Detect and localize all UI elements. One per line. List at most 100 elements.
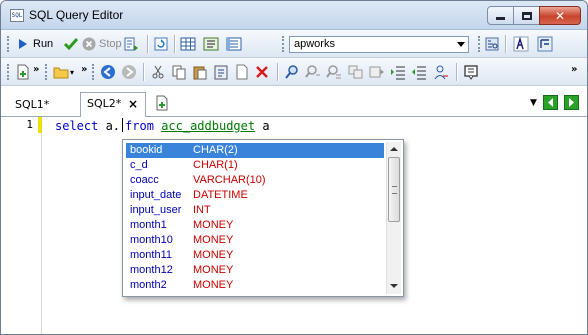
tab-label: SQL2* xyxy=(87,97,122,110)
find-all-button[interactable] xyxy=(326,63,342,81)
case-button[interactable] xyxy=(433,63,449,81)
scroll-up-icon[interactable] xyxy=(390,147,398,151)
paste-special-button[interactable] xyxy=(213,63,229,81)
list-item[interactable]: month10 MONEY xyxy=(126,233,384,248)
paste-icon xyxy=(193,66,207,80)
toolbar-grip[interactable] xyxy=(92,64,95,80)
tab-list-dropdown[interactable]: ▼ xyxy=(530,98,537,114)
font-icon xyxy=(513,36,529,52)
title-bar[interactable]: SQL SQL Query Editor ✕ xyxy=(1,1,587,30)
database-select[interactable]: apworks xyxy=(289,36,469,53)
play-icon xyxy=(19,39,27,49)
minimize-button[interactable] xyxy=(487,6,514,25)
refresh-button[interactable] xyxy=(153,35,169,53)
list-item[interactable]: month12 MONEY xyxy=(126,263,384,278)
forward-button[interactable] xyxy=(121,63,137,81)
replace-button[interactable] xyxy=(348,63,364,81)
column-type: MONEY xyxy=(193,234,234,246)
toolbar-grip[interactable] xyxy=(478,36,481,52)
next-tab-button[interactable] xyxy=(564,95,579,111)
clipboard-list-icon xyxy=(214,65,228,80)
toolbar-grip[interactable] xyxy=(282,36,285,52)
run-button[interactable]: Run xyxy=(15,35,53,53)
column-name: month11 xyxy=(130,249,172,261)
close-tab-icon[interactable]: × xyxy=(128,93,138,115)
scrollbar-thumb[interactable] xyxy=(388,157,400,222)
find-button[interactable] xyxy=(284,63,300,81)
tab-sql2[interactable]: SQL2* × xyxy=(80,92,146,118)
format-button[interactable] xyxy=(537,35,553,53)
maximize-icon xyxy=(521,11,532,20)
database-select-value: apworks xyxy=(294,38,335,50)
popup-scrollbar[interactable] xyxy=(386,142,401,294)
minimize-icon xyxy=(496,17,505,20)
column-type: MONEY xyxy=(193,219,234,231)
new-tab-button[interactable] xyxy=(154,95,170,111)
list-item[interactable]: month1 MONEY xyxy=(126,218,384,233)
list-item[interactable]: c_d CHAR(1) xyxy=(126,158,384,173)
column-type: MONEY xyxy=(193,249,234,261)
indent-button[interactable] xyxy=(390,63,406,81)
chevron-down-icon: ▼ xyxy=(530,98,537,108)
object-browser-button[interactable] xyxy=(484,35,500,53)
grid-results-button[interactable] xyxy=(180,35,196,53)
list-item[interactable]: input_date DATETIME xyxy=(126,188,384,203)
line-number-gutter: 1 xyxy=(1,117,42,334)
text-results-button[interactable] xyxy=(203,35,219,53)
column-name: bookid xyxy=(130,144,163,156)
code-line[interactable]: select a. from acc_addbudget a xyxy=(55,118,270,133)
font-button[interactable] xyxy=(513,35,529,53)
edit-toolbar: » ▾ » » xyxy=(1,58,587,86)
list-item[interactable]: month11 MONEY xyxy=(126,248,384,263)
scroll-down-icon[interactable] xyxy=(390,284,398,288)
column-name: c_d xyxy=(130,159,148,171)
toolbar-overflow-icon[interactable]: » xyxy=(33,64,40,75)
paste-button[interactable] xyxy=(192,63,208,81)
explain-button[interactable] xyxy=(123,35,139,53)
list-item[interactable]: bookid CHAR(2) xyxy=(126,143,384,158)
stop-button[interactable]: Stop xyxy=(81,35,122,53)
close-window-button[interactable]: ✕ xyxy=(539,6,581,25)
open-folder-icon xyxy=(53,67,69,79)
outdent-button[interactable] xyxy=(411,63,427,81)
toolbar-separator xyxy=(277,63,278,81)
column-type: MONEY xyxy=(193,279,234,291)
column-name: coacc xyxy=(130,174,159,186)
main-toolbar: Run Stop apworks xyxy=(1,30,587,58)
column-name: month2 xyxy=(130,279,167,291)
copy-button[interactable] xyxy=(171,63,187,81)
toolbar-overflow-icon[interactable]: » xyxy=(571,64,578,75)
file-results-button[interactable] xyxy=(226,35,242,53)
list-item[interactable]: input_user INT xyxy=(126,203,384,218)
outdent-icon xyxy=(412,66,426,80)
column-type: MONEY xyxy=(193,264,234,276)
toolbar-grip[interactable] xyxy=(7,36,10,52)
close-icon: ✕ xyxy=(554,8,566,23)
stop-label: Stop xyxy=(99,38,122,50)
toolbar-grip[interactable] xyxy=(45,64,48,80)
checkmark-button[interactable] xyxy=(63,35,79,53)
line-number: 1 xyxy=(26,118,33,131)
column-type: DATETIME xyxy=(193,189,248,201)
toolbar-separator xyxy=(456,63,457,81)
maximize-button[interactable] xyxy=(513,6,540,25)
bookmark-button[interactable] xyxy=(369,63,385,81)
toolbar-grip[interactable] xyxy=(7,64,10,80)
delete-button[interactable] xyxy=(254,63,270,81)
comment-button[interactable] xyxy=(463,63,479,81)
clear-button[interactable] xyxy=(234,63,250,81)
open-folder-button[interactable]: ▾ xyxy=(53,63,74,81)
table-name: acc_addbudget xyxy=(161,119,256,133)
toolbar-overflow-icon[interactable]: » xyxy=(81,64,88,75)
tab-sql1[interactable]: SQL1* xyxy=(15,94,49,117)
chevron-down-icon xyxy=(457,42,465,47)
new-query-button[interactable] xyxy=(15,63,31,81)
find-all-icon xyxy=(326,65,341,79)
list-item[interactable]: coacc VARCHAR(10) xyxy=(126,173,384,188)
cut-button[interactable] xyxy=(150,63,166,81)
column-name: month1 xyxy=(130,219,167,231)
list-item[interactable]: month2 MONEY xyxy=(126,278,384,293)
find-next-button[interactable] xyxy=(305,63,321,81)
back-button[interactable] xyxy=(100,63,116,81)
previous-tab-button[interactable] xyxy=(543,95,558,111)
